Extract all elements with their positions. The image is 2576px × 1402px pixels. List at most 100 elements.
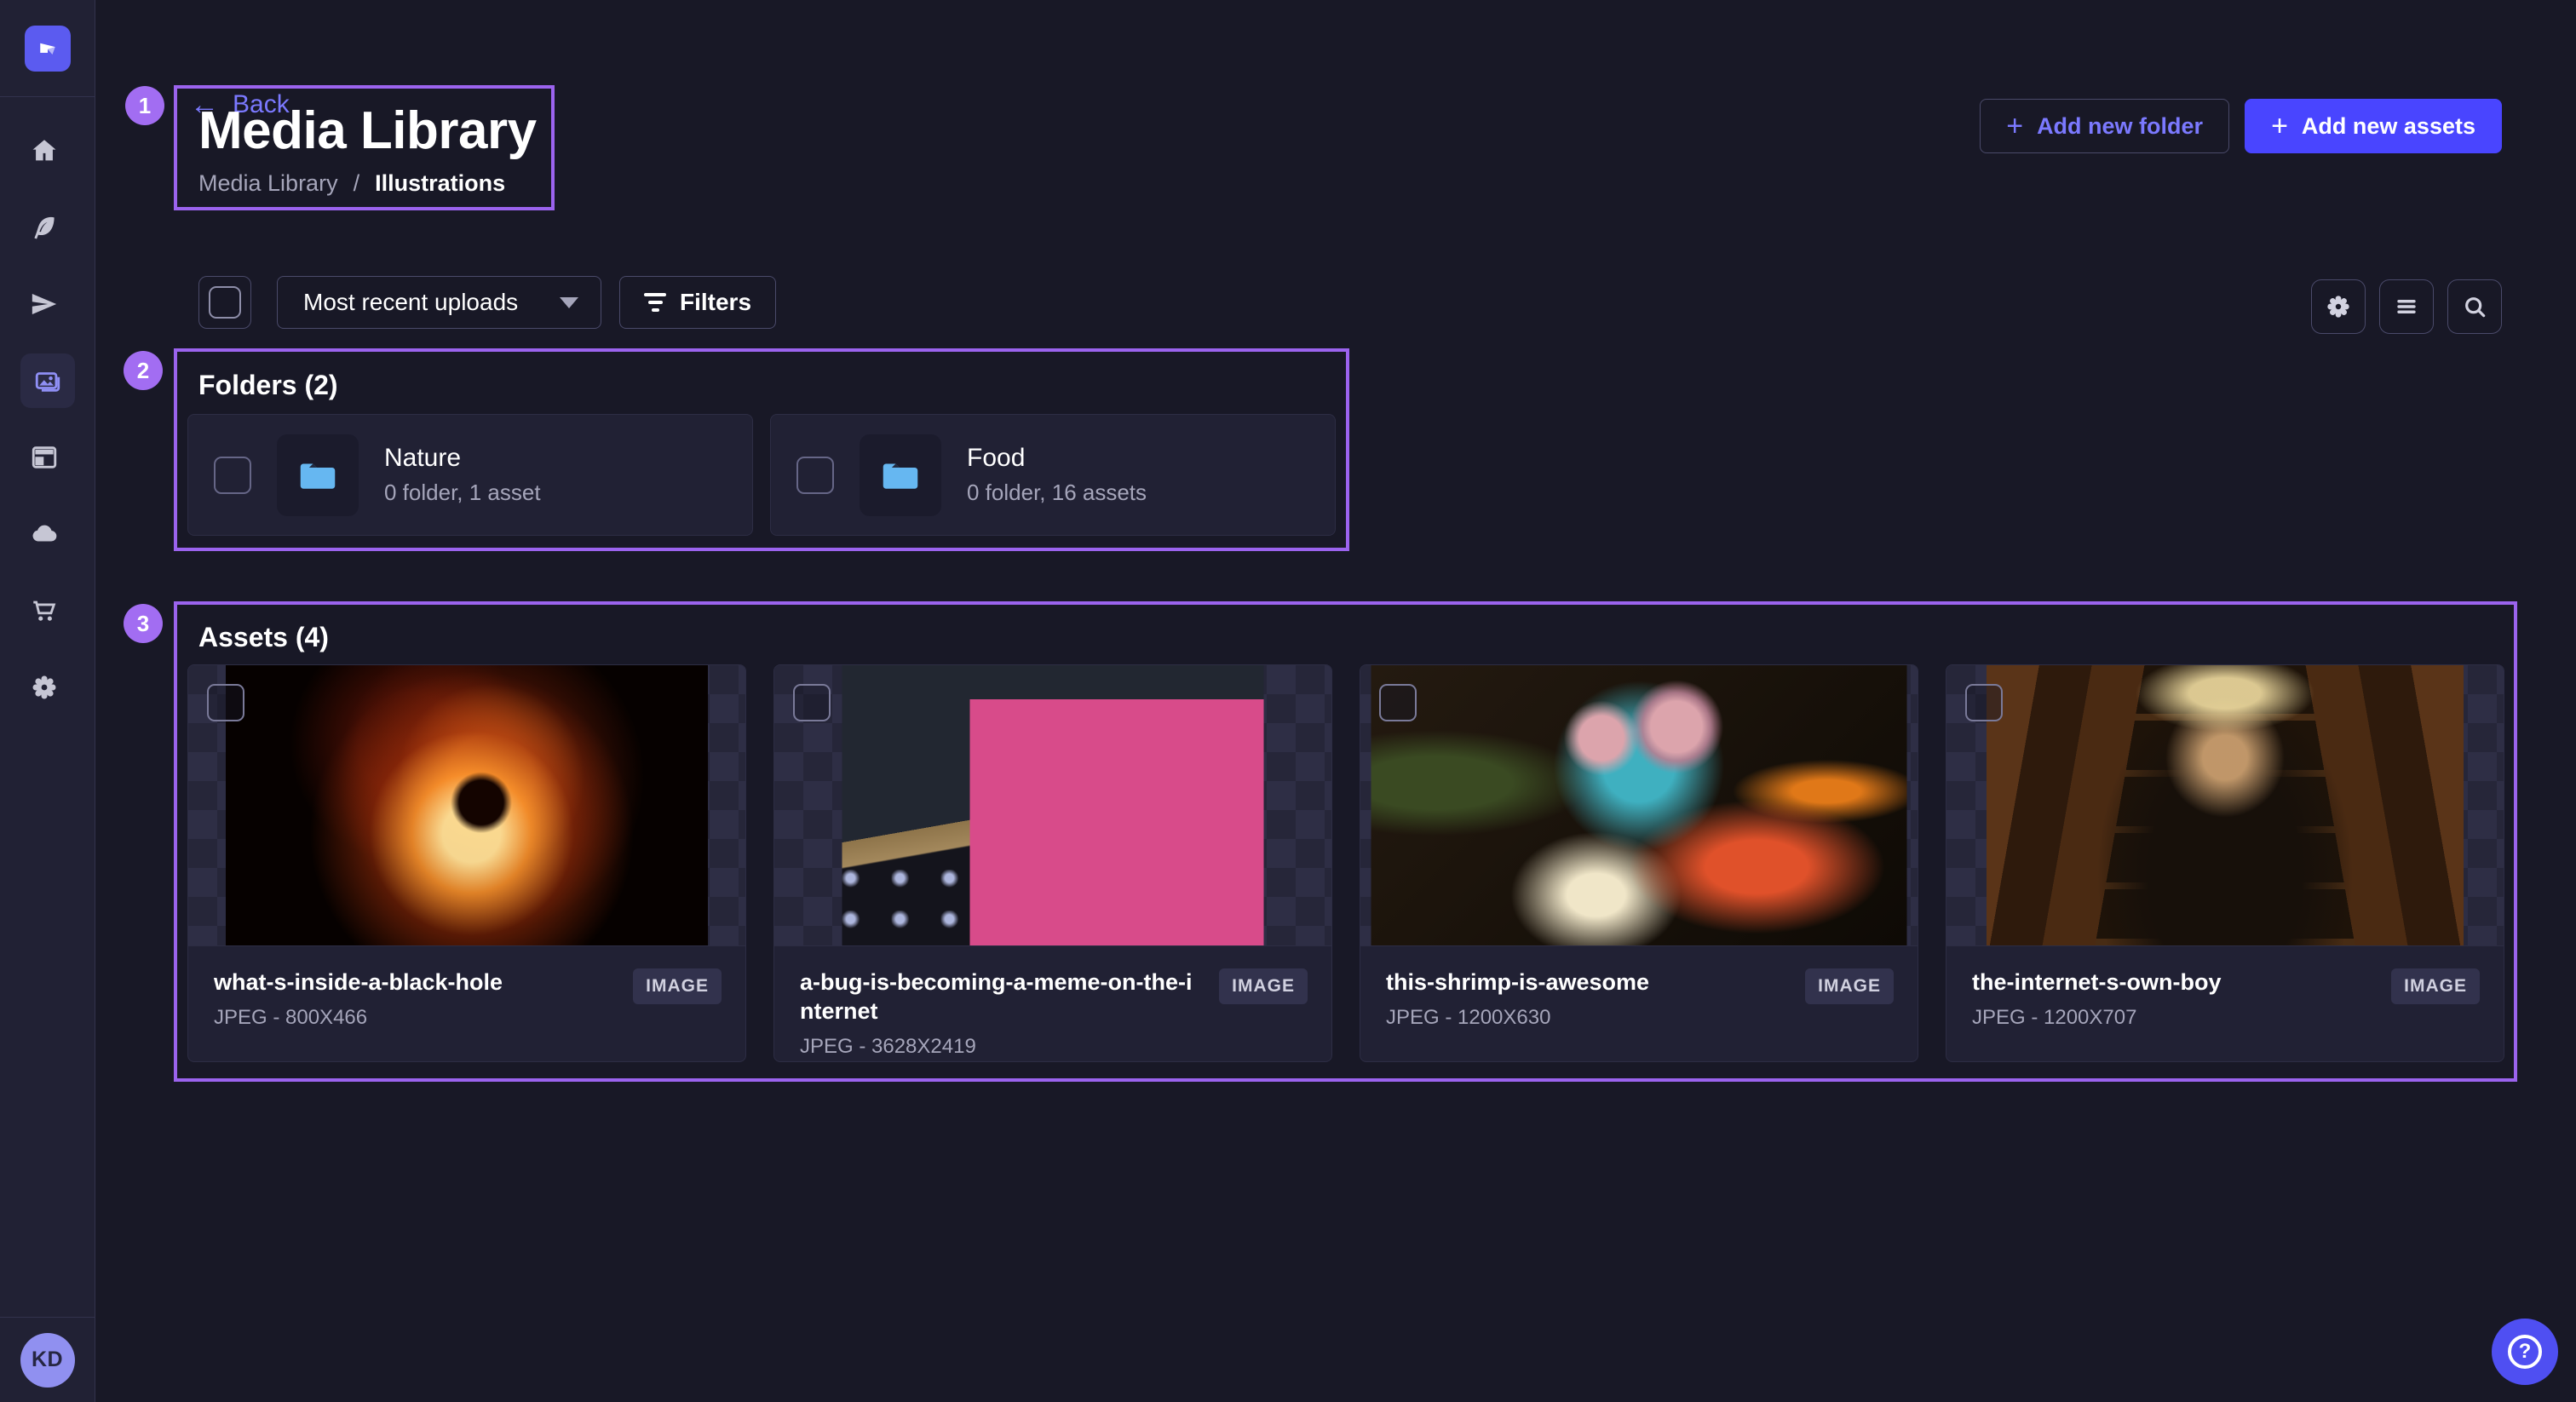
asset-meta: JPEG - 1200X707	[1972, 1006, 2478, 1030]
folder-thumb	[860, 434, 941, 516]
add-new-folder-button[interactable]: + Add new folder	[1980, 99, 2229, 153]
add-new-assets-button[interactable]: + Add new assets	[2245, 99, 2502, 153]
asset-info: this-shrimp-is-awesome JPEG - 1200X630 I…	[1360, 946, 1918, 1052]
asset-card-shrimp[interactable]: this-shrimp-is-awesome JPEG - 1200X630 I…	[1360, 664, 1918, 1062]
asset-thumbnail	[188, 665, 745, 946]
asset-checkbox[interactable]	[1379, 684, 1417, 721]
sidebar-item-home[interactable]	[20, 127, 68, 175]
folder-checkbox[interactable]	[214, 457, 251, 494]
sidebar-item-settings[interactable]	[20, 664, 68, 711]
folder-icon	[877, 452, 923, 498]
folder-meta: 0 folder, 1 asset	[384, 480, 541, 506]
folder-thumb	[277, 434, 359, 516]
asset-card-bug-meme[interactable]: a-bug-is-becoming-a-meme-on-the-internet…	[773, 664, 1332, 1062]
breadcrumb: Media Library / Illustrations	[198, 170, 505, 197]
asset-card-internets-own-boy[interactable]: the-internet-s-own-boy JPEG - 1200X707 I…	[1946, 664, 2504, 1062]
folder-card-nature[interactable]: Nature 0 folder, 1 asset	[187, 414, 753, 536]
sidebar-item-content-type-builder[interactable]	[20, 204, 68, 251]
list-icon	[2393, 293, 2420, 320]
asset-card-black-hole[interactable]: what-s-inside-a-black-hole JPEG - 800X46…	[187, 664, 746, 1062]
cart-icon	[30, 596, 59, 625]
gear-icon	[2325, 293, 2352, 320]
mantis-shrimp-image	[1371, 665, 1907, 945]
feather-icon	[30, 213, 59, 242]
breadcrumb-separator: /	[354, 170, 360, 197]
asset-type-badge: IMAGE	[1219, 968, 1308, 1004]
asset-type-badge: IMAGE	[2391, 968, 2480, 1004]
search-button[interactable]	[2447, 279, 2502, 334]
asset-name: this-shrimp-is-awesome	[1386, 968, 1785, 997]
folder-name: Nature	[384, 444, 541, 473]
asset-name: what-s-inside-a-black-hole	[214, 968, 612, 997]
paper-plane-icon	[30, 290, 59, 319]
sidebar-item-releases[interactable]	[20, 280, 68, 328]
folder-text: Nature 0 folder, 1 asset	[384, 444, 541, 506]
asset-type-badge: IMAGE	[1805, 968, 1894, 1004]
asset-meta: JPEG - 800X466	[214, 1006, 720, 1030]
sidebar-footer: KD	[0, 1317, 95, 1402]
folder-card-food[interactable]: Food 0 folder, 16 assets	[770, 414, 1336, 536]
folder-icon	[295, 452, 341, 498]
page-title: Media Library	[198, 101, 537, 161]
asset-meta: JPEG - 3628X2419	[800, 1035, 1306, 1059]
asset-name: the-internet-s-own-boy	[1972, 968, 2371, 997]
asset-thumbnail	[1946, 665, 2504, 946]
library-portrait-image	[1987, 665, 2464, 945]
question-mark-icon: ?	[2508, 1335, 2542, 1369]
sidebar-item-content-manager[interactable]	[20, 434, 68, 481]
media-settings-button[interactable]	[2311, 279, 2366, 334]
select-all-checkbox[interactable]	[209, 286, 241, 319]
asset-type-badge: IMAGE	[633, 968, 722, 1004]
asset-checkbox[interactable]	[793, 684, 831, 721]
sidebar-nav	[20, 127, 75, 711]
add-new-assets-label: Add new assets	[2302, 113, 2475, 140]
add-new-folder-label: Add new folder	[2037, 113, 2203, 140]
media-library-page: KD ← Back 1 Media Library Media Library …	[0, 0, 2576, 1402]
annotation-badge-3: 3	[124, 604, 163, 643]
asset-info: the-internet-s-own-boy JPEG - 1200X707 I…	[1946, 946, 2504, 1052]
media-library-icon	[33, 366, 62, 395]
asset-thumbnail	[774, 665, 1331, 946]
asset-checkbox[interactable]	[1965, 684, 2003, 721]
logo-container	[0, 0, 95, 97]
folder-meta: 0 folder, 16 assets	[967, 480, 1147, 506]
gear-icon	[30, 673, 59, 702]
asset-info: what-s-inside-a-black-hole JPEG - 800X46…	[188, 946, 745, 1052]
sort-dropdown-value: Most recent uploads	[303, 289, 518, 316]
folder-checkbox[interactable]	[796, 457, 834, 494]
sidebar-item-marketplace[interactable]	[20, 587, 68, 635]
cloud-icon	[30, 520, 59, 549]
chevron-down-icon	[560, 297, 578, 308]
home-icon	[30, 136, 59, 165]
sort-dropdown[interactable]: Most recent uploads	[277, 276, 601, 329]
asset-thumbnail	[1360, 665, 1918, 946]
filters-label: Filters	[680, 289, 751, 316]
list-view-button[interactable]	[2379, 279, 2434, 334]
toolbar-right	[2311, 279, 2502, 334]
asset-checkbox[interactable]	[207, 684, 244, 721]
folder-text: Food 0 folder, 16 assets	[967, 444, 1147, 506]
plus-icon: +	[2006, 113, 2023, 139]
asset-name: a-bug-is-becoming-a-meme-on-the-internet	[800, 968, 1199, 1026]
asset-meta: JPEG - 1200X630	[1386, 1006, 1892, 1030]
annotation-badge-2: 2	[124, 351, 163, 390]
sidebar-item-deploy[interactable]	[20, 510, 68, 558]
strapi-logo[interactable]	[25, 26, 71, 72]
user-avatar[interactable]: KD	[20, 1333, 75, 1388]
header-actions: + Add new folder + Add new assets	[1980, 99, 2502, 153]
filter-icon	[644, 293, 666, 312]
search-icon	[2461, 293, 2488, 320]
sidebar-item-media-library[interactable]	[20, 353, 75, 408]
toolbar-left: Most recent uploads Filters	[198, 276, 776, 329]
breadcrumb-parent[interactable]: Media Library	[198, 170, 338, 197]
help-button[interactable]: ?	[2492, 1319, 2558, 1385]
sidebar: KD	[0, 0, 95, 1402]
folders-heading: Folders (2)	[198, 370, 338, 401]
plus-icon: +	[2271, 113, 2288, 139]
breadcrumb-current: Illustrations	[375, 170, 505, 197]
filters-button[interactable]: Filters	[619, 276, 776, 329]
folder-name: Food	[967, 444, 1147, 473]
annotation-badge-1: 1	[125, 86, 164, 125]
content-layout-icon	[30, 443, 59, 472]
strapi-logo-icon	[35, 36, 60, 61]
